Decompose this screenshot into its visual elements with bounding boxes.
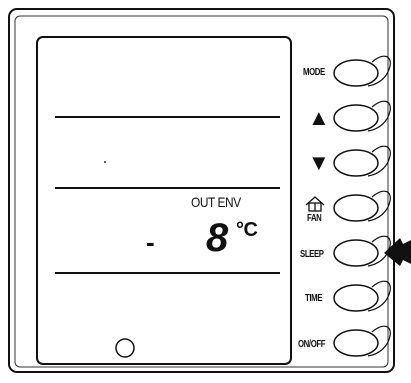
lcd-speck xyxy=(104,161,106,163)
time-button[interactable]: TIME xyxy=(305,294,322,304)
house-icon xyxy=(305,196,325,212)
up-arrow-icon[interactable]: ▲ xyxy=(308,107,330,129)
sensor-window xyxy=(115,338,135,358)
temp-sign: - xyxy=(146,227,155,257)
temperature-unit: °C xyxy=(236,219,258,241)
onoff-button[interactable]: ON/OFF xyxy=(298,340,326,350)
temperature-value: 8 xyxy=(206,216,228,260)
remote-body xyxy=(8,8,395,373)
mode-button[interactable]: MODE xyxy=(303,68,325,78)
out-env-label: OUT ENV xyxy=(191,194,241,210)
down-arrow-icon[interactable]: ▼ xyxy=(308,152,330,174)
up-button-shape xyxy=(333,104,379,132)
remote-inner-border xyxy=(14,15,389,368)
mode-button-shape xyxy=(333,59,379,87)
onoff-button-shape xyxy=(333,329,379,357)
lcd-screen xyxy=(36,36,292,365)
sleep-button[interactable]: SLEEP xyxy=(300,250,324,260)
down-button-shape xyxy=(333,149,379,177)
time-button-shape xyxy=(333,284,379,312)
sleep-button-shape xyxy=(333,239,379,267)
remote-controller-drawing xyxy=(8,8,411,373)
fan-button[interactable]: FAN xyxy=(307,214,322,224)
fan-button-shape xyxy=(333,194,379,222)
